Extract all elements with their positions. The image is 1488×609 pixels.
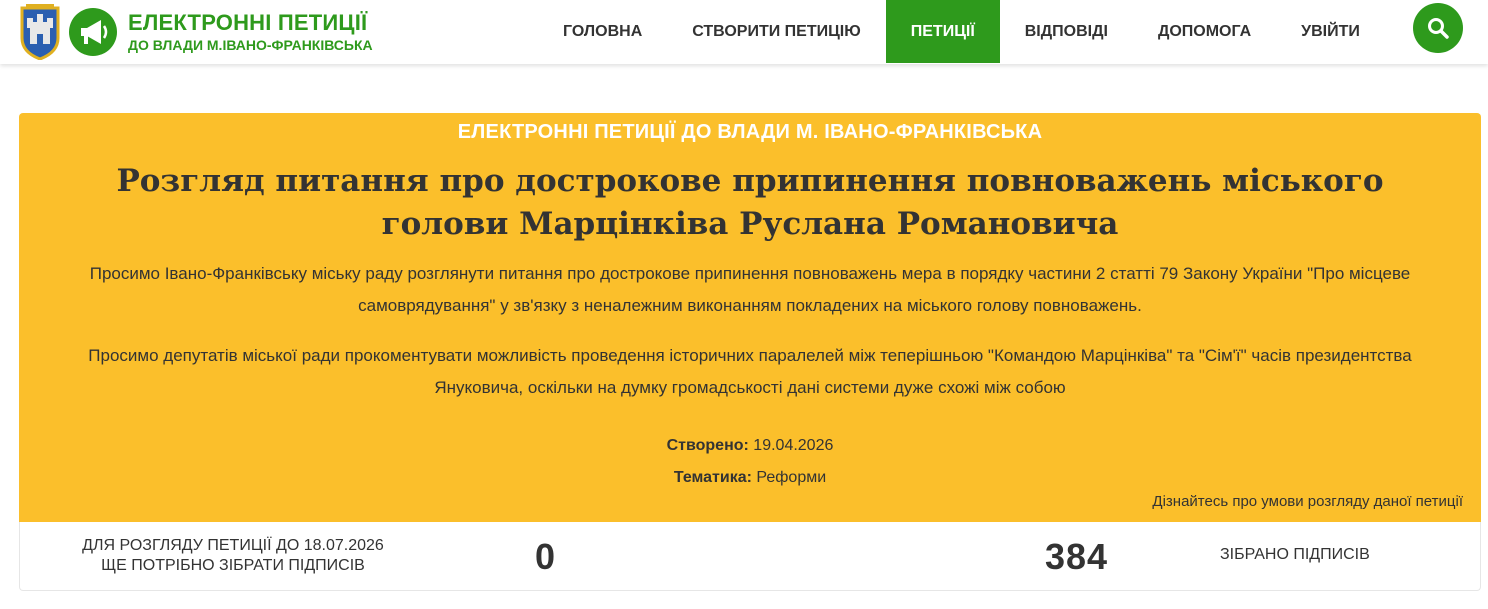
created-value: 19.04.2026 [753,437,834,454]
nav-item-create-petition[interactable]: СТВОРИТИ ПЕТИЦІЮ [667,0,886,63]
main-nav: ГОЛОВНА СТВОРИТИ ПЕТИЦІЮ ПЕТИЦІЇ ВІДПОВІ… [538,0,1385,63]
topic-label: Тематика: [673,469,752,486]
petition-caption: ЕЛЕКТРОННІ ПЕТИЦІЇ ДО ВЛАДИ М. ІВАНО-ФРА… [457,121,1043,143]
signature-stats: ДЛЯ РОЗГЛЯДУ ПЕТИЦІЇ ДО 18.07.2026 ЩЕ ПО… [19,522,1481,591]
megaphone-logo-icon [69,8,117,56]
petition-text-paragraph: Просимо Івано-Франківську міську раду ро… [89,264,1411,315]
signatures-collected-count: 384 [1045,536,1109,577]
nav-item-login[interactable]: УВІЙТИ [1276,0,1385,63]
nav-item-home[interactable]: ГОЛОВНА [538,0,667,63]
topic-value: Реформи [756,469,827,486]
signatures-collected-label: ЗІБРАНО ПІДПИСІВ [1220,546,1370,563]
signatures-needed-count: 0 [535,536,556,577]
created-label: Створено: [666,437,749,454]
petition-title: Розгляд питання про дострокове припиненн… [116,163,1384,242]
nav-item-petitions[interactable]: ПЕТИЦІЇ [885,0,1000,63]
city-crest-icon [20,4,60,60]
needed-caption: ЩЕ ПОТРІБНО ЗІБРАТИ ПІДПИСІВ [101,557,365,574]
nav-item-answers[interactable]: ВІДПОВІДІ [1000,0,1133,63]
petition-text-paragraph: Просимо депутатів міської ради прокомент… [88,346,1412,397]
nav-item-help[interactable]: ДОПОМОГА [1133,0,1276,63]
petition-topic: Тематика: Реформи [19,462,1481,494]
deadline-text: ДЛЯ РОЗГЛЯДУ ПЕТИЦІЇ ДО 18.07.2026 ЩЕ ПО… [50,536,416,576]
petition-panel: ЕЛЕКТРОННІ ПЕТИЦІЇ ДО ВЛАДИ М. ІВАНО-ФРА… [19,113,1481,522]
site-header: ЕЛЕКТРОННІ ПЕТИЦІЇ ДО ВЛАДИ М.ІВАНО-ФРАН… [0,0,1488,64]
deadline-line: ДЛЯ РОЗГЛЯДУ ПЕТИЦІЇ ДО 18.07.2026 [82,537,384,554]
created-date: Створено: 19.04.2026 [19,430,1481,462]
search-button[interactable] [1413,3,1463,53]
brand-subtitle: ДО ВЛАДИ М.ІВАНО-ФРАНКІВСЬКА [128,37,373,53]
brand[interactable]: ЕЛЕКТРОННІ ПЕТИЦІЇ ДО ВЛАДИ М.ІВАНО-ФРАН… [18,0,373,64]
brand-title: ЕЛЕКТРОННІ ПЕТИЦІЇ [128,10,368,35]
search-icon [1428,18,1449,39]
review-conditions-link[interactable]: Дізнайтесь про умови розгляду даної пети… [1152,493,1463,510]
petition-meta: Створено: 19.04.2026 Тематика: Реформи [19,430,1481,494]
